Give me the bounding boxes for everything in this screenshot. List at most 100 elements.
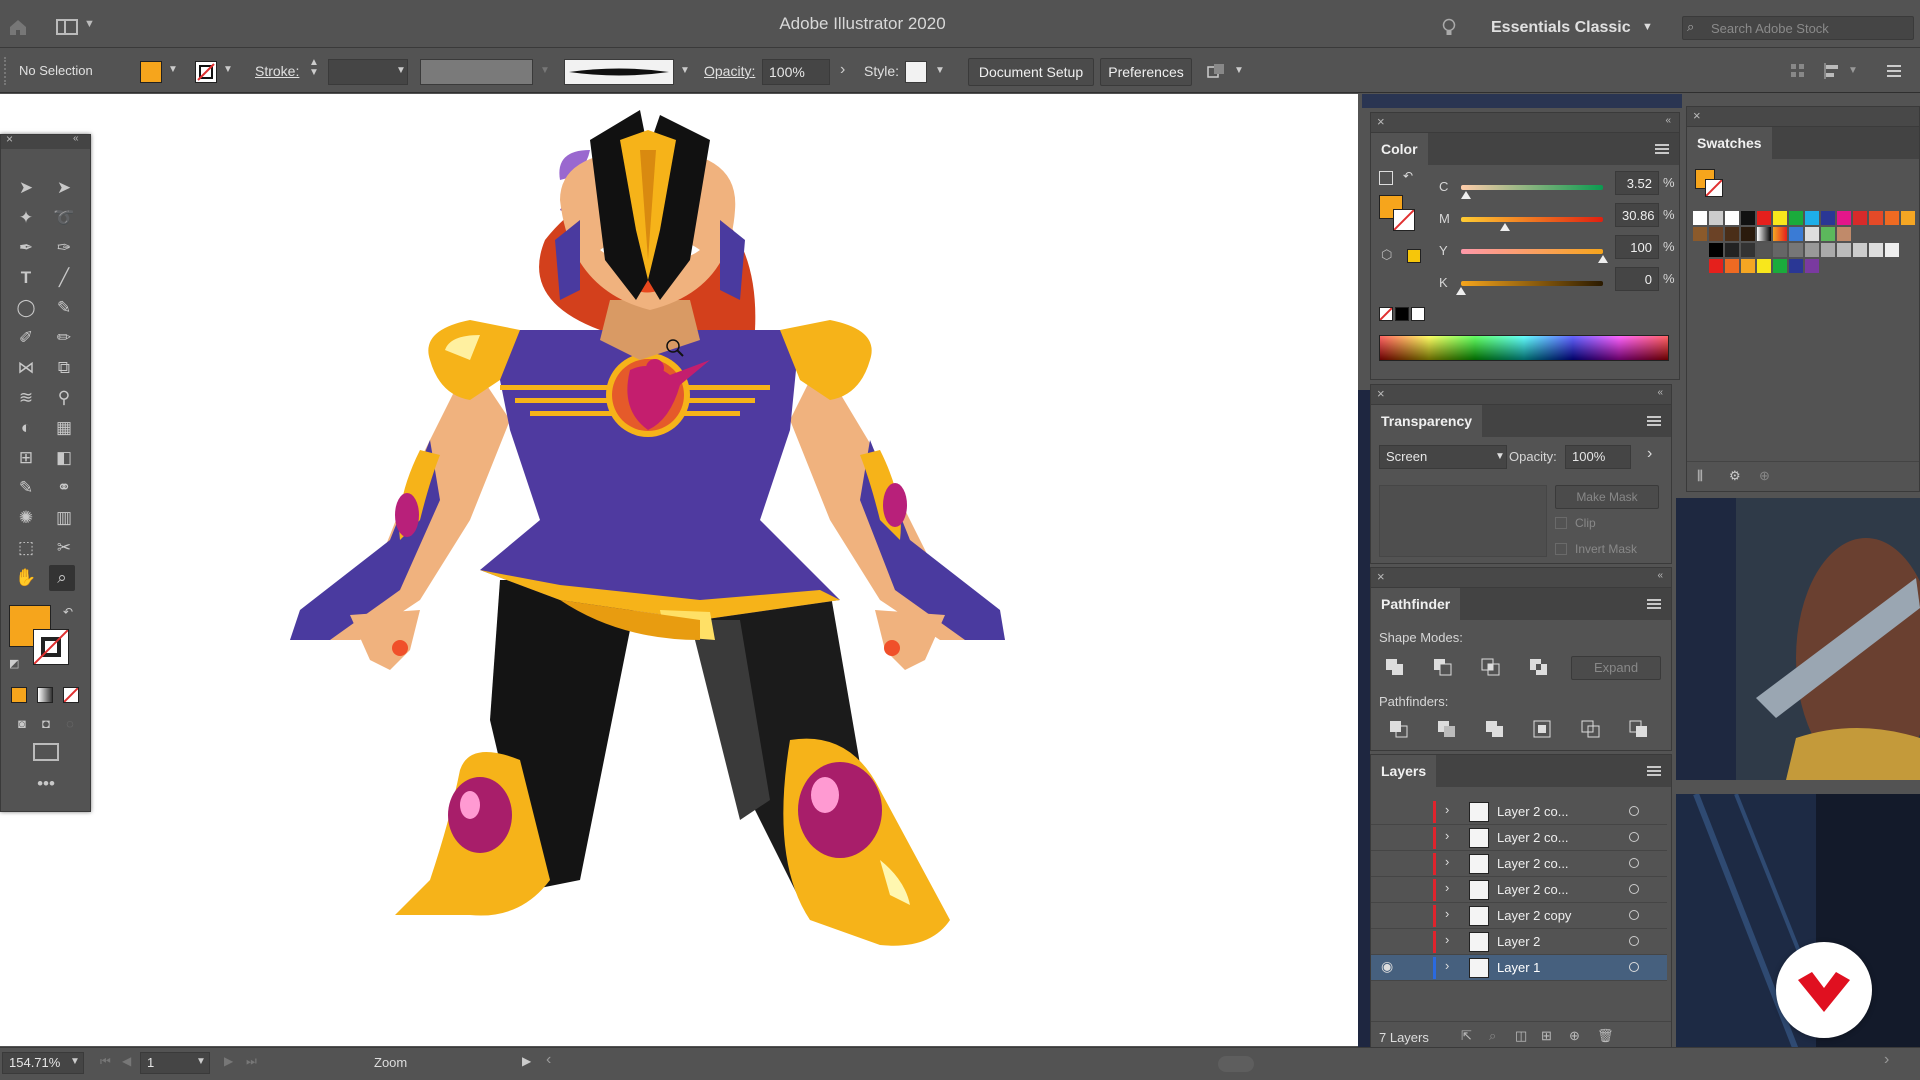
expand-arrow-icon[interactable]: › [1445,880,1449,895]
expand-arrow-icon[interactable]: › [1445,932,1449,947]
mesh-tool-icon[interactable]: ⊞ [13,445,39,471]
merge-icon[interactable] [1485,720,1505,738]
puppet-warp-tool-icon[interactable]: ⚲ [51,385,77,411]
status-menu-icon[interactable]: ▶ [522,1054,531,1068]
target-icon[interactable] [1629,962,1639,972]
chevron-down-icon[interactable]: ▼ [396,65,406,76]
selection-tool-icon[interactable]: ➤ [13,175,39,201]
expand-arrow-icon[interactable]: › [1445,802,1449,817]
intersect-icon[interactable] [1481,658,1501,676]
more-tools-icon[interactable]: ••• [33,771,59,797]
chevron-down-icon[interactable]: ▼ [168,64,178,75]
expand-arrow-icon[interactable]: › [1445,828,1449,843]
hand-tool-icon[interactable]: ✋ [13,565,39,591]
magic-wand-tool-icon[interactable]: ✦ [13,205,39,231]
opacity-field[interactable]: 100% [762,59,830,85]
column-graph-tool-icon[interactable]: ▥ [51,505,77,531]
layer-name[interactable]: Layer 2 co... [1497,804,1569,819]
variable-width-profile[interactable] [420,59,533,85]
stroke-stepper[interactable]: ▲ ▼ [309,58,319,78]
channel-k-thumb[interactable] [1456,287,1466,295]
graphic-style-swatch[interactable] [905,61,927,83]
tab-pathfinder[interactable]: Pathfinder [1371,588,1461,620]
tab-swatches[interactable]: Swatches [1687,127,1772,159]
collapse-icon[interactable]: « [1657,570,1663,581]
layer-name[interactable]: Layer 1 [1497,960,1540,975]
target-icon[interactable] [1629,884,1639,894]
swap-colors-icon[interactable]: ↶ [63,605,73,619]
scroll-left-icon[interactable]: ‹ [546,1051,551,1069]
target-icon[interactable] [1629,858,1639,868]
channel-c-thumb[interactable] [1461,191,1471,199]
close-icon[interactable]: × [6,132,13,146]
brush-definition[interactable] [564,59,674,85]
unite-icon[interactable] [1385,658,1405,676]
channel-c-slider[interactable] [1461,185,1603,190]
layer-row[interactable]: › Layer 2 co... [1371,799,1667,825]
close-icon[interactable]: × [1377,114,1385,129]
align-icon[interactable] [1790,63,1806,79]
target-icon[interactable] [1629,832,1639,842]
tab-color[interactable]: Color [1371,133,1428,165]
none-swatch[interactable] [1379,307,1393,321]
stroke-label[interactable]: Stroke: [255,63,299,79]
channel-m-value[interactable]: 30.86 [1615,203,1659,227]
layer-row[interactable]: › Layer 2 co... [1371,851,1667,877]
grip[interactable] [4,57,6,85]
default-colors-icon[interactable] [1379,171,1393,185]
chevron-down-icon[interactable]: ▼ [223,64,233,75]
eyedropper-tool-icon[interactable]: ✎ [13,475,39,501]
layer-row[interactable]: › Layer 2 co... [1371,825,1667,851]
draw-behind-icon[interactable]: ◘ [33,711,59,737]
distribute-icon[interactable] [1824,63,1844,79]
stroke-swatch[interactable] [195,61,217,83]
panel-header[interactable]: × [1687,107,1919,127]
eraser-tool-icon[interactable]: ✏ [51,325,77,351]
out-of-gamut-icon[interactable]: ⬡ [1381,247,1392,263]
blend-tool-icon[interactable]: ⚭ [51,475,77,501]
lasso-tool-icon[interactable]: ➰ [51,205,77,231]
stock-search-input[interactable]: ⌕ Search Adobe Stock [1682,16,1914,40]
swatch-grid[interactable] [1693,211,1919,311]
tab-transparency[interactable]: Transparency [1371,405,1483,437]
channel-y-slider[interactable] [1461,249,1603,254]
line-tool-icon[interactable]: ╱ [51,265,77,291]
opacity-label[interactable]: Opacity: [704,63,755,79]
default-colors-icon[interactable]: ◩ [9,657,19,670]
paintbrush-tool-icon[interactable]: ✎ [51,295,77,321]
draw-inside-icon[interactable]: ◌ [57,711,83,737]
zoom-tool-icon[interactable]: ⌕ [49,565,75,591]
locate-object-icon[interactable]: ⌕ [1489,1028,1496,1044]
layer-name[interactable]: Layer 2 co... [1497,830,1569,845]
chevron-down-icon[interactable]: ▼ [1234,65,1244,76]
target-icon[interactable] [1629,936,1639,946]
panel-header[interactable]: × « [1371,385,1671,405]
color-mode-icon[interactable] [11,687,27,703]
direct-selection-tool-icon[interactable]: ➤ [51,175,77,201]
layer-row-selected[interactable]: ◉ › Layer 1 [1371,955,1667,981]
panel-menu-icon[interactable] [1647,416,1661,426]
channel-m-thumb[interactable] [1500,223,1510,231]
scroll-right-icon[interactable]: › [1884,1051,1889,1069]
layer-row[interactable]: › Layer 2 [1371,929,1667,955]
minus-front-icon[interactable] [1433,658,1453,676]
panel-header[interactable]: × « [1371,113,1679,133]
channel-m-slider[interactable] [1461,217,1603,222]
chevron-down-icon[interactable]: ▼ [196,1056,206,1067]
panel-menu-icon[interactable] [1647,599,1661,609]
swatch-libraries-icon[interactable]: ⫼ [1697,468,1703,484]
expand-button[interactable]: Expand [1571,656,1661,680]
tab-layers[interactable]: Layers [1371,755,1437,787]
horizontal-scrollbar-thumb[interactable] [1218,1056,1254,1072]
divide-icon[interactable] [1389,720,1409,738]
layer-name[interactable]: Layer 2 copy [1497,908,1571,923]
minus-back-icon[interactable] [1629,720,1649,738]
clip-checkbox[interactable] [1555,517,1567,529]
shape-builder-tool-icon[interactable]: ◐ [13,415,39,441]
reflect-tool-icon[interactable]: ⋈ [13,355,39,381]
document-setup-button[interactable]: Document Setup [968,58,1094,86]
swap-colors-icon[interactable]: ↶ [1403,169,1413,183]
blend-mode-select[interactable]: Screen [1379,445,1507,469]
close-icon[interactable]: × [1377,386,1385,401]
new-layer-icon[interactable]: ⊕ [1569,1028,1580,1044]
